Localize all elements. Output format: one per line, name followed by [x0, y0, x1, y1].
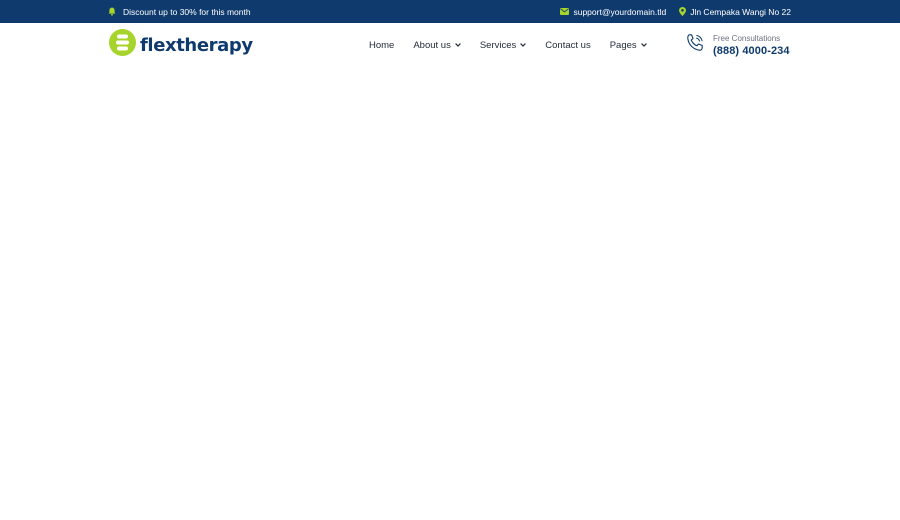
main-content: [0, 67, 900, 520]
phone-icon: [685, 33, 705, 58]
address-text: Jln Cempaka Wangi No 22: [690, 6, 791, 17]
address: Jln Cempaka Wangi No 22: [679, 7, 791, 17]
phone-number[interactable]: (888) 4000-234: [713, 45, 790, 57]
bell-icon: [108, 7, 116, 16]
logo-text: flextherapy: [140, 34, 253, 56]
promo-text: Discount up to 30% for this month: [123, 6, 251, 17]
envelope-icon: [560, 8, 570, 15]
nav-home[interactable]: Home: [369, 40, 394, 51]
site-header: flextherapy Home About us Services Conta…: [0, 23, 900, 67]
support-email[interactable]: support@yourdomain.tld: [560, 7, 666, 17]
chevron-down-icon: [520, 43, 527, 47]
consult-label: Free Consultations: [713, 33, 781, 43]
chevron-down-icon: [640, 43, 647, 47]
nav-home-label: Home: [369, 39, 395, 51]
chevron-down-icon: [455, 43, 461, 47]
nav-services[interactable]: Services: [479, 39, 527, 51]
nav-pages-label: Pages: [609, 39, 637, 51]
nav-contact[interactable]: Contact us: [545, 40, 590, 51]
nav-contact-label: Contact us: [545, 39, 591, 51]
spine-logo-icon: [109, 29, 136, 61]
nav-about[interactable]: About us: [413, 40, 461, 51]
promo: Discount up to 30% for this month: [108, 0, 251, 23]
top-bar: Discount up to 30% for this month suppor…: [0, 0, 900, 23]
email-text: support@yourdomain.tld: [573, 6, 667, 17]
nav-about-label: About us: [413, 39, 451, 51]
free-consultation[interactable]: Free Consultations (888) 4000-234: [685, 33, 790, 58]
main-nav: Home About us Services Contact us Pages: [369, 23, 647, 67]
site-logo[interactable]: flextherapy: [109, 29, 253, 61]
map-pin-icon: [679, 7, 687, 16]
nav-pages[interactable]: Pages: [610, 40, 647, 51]
nav-services-label: Services: [479, 39, 517, 51]
